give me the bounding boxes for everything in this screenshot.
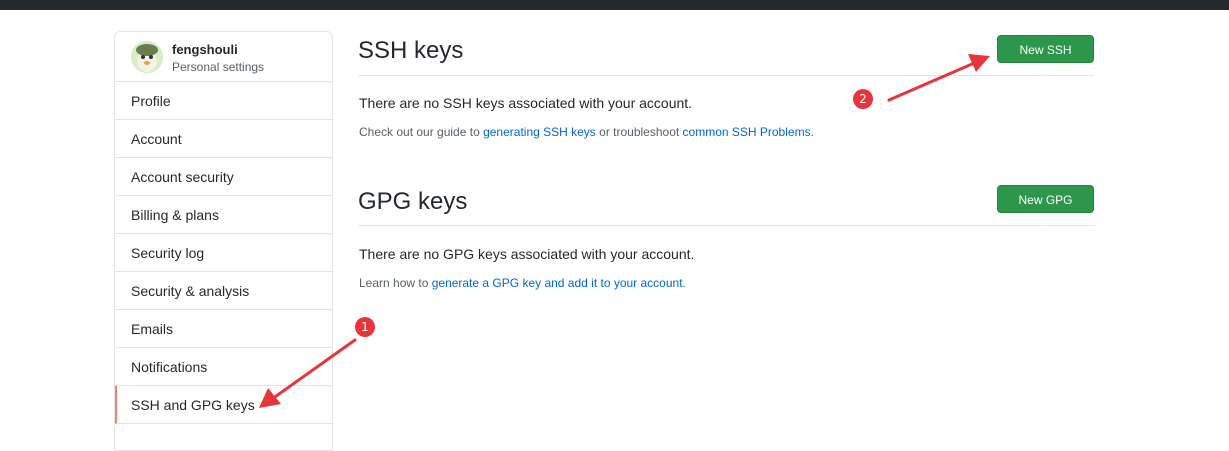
top-header-bar	[0, 0, 1229, 10]
ssh-keys-title: SSH keys	[358, 37, 464, 64]
sidebar-user-header[interactable]: fengshouli Personal settings	[115, 32, 332, 82]
gpg-keys-title: GPG keys	[358, 188, 468, 215]
sidebar-item-ssh-gpg-keys[interactable]: SSH and GPG keys	[115, 386, 332, 424]
generating-ssh-keys-link[interactable]: generating SSH keys	[483, 125, 596, 139]
sidebar-item-billing[interactable]: Billing & plans	[115, 196, 332, 234]
ssh-keys-header: SSH keys New SSH key	[358, 31, 1094, 85]
sidebar-item-emails[interactable]: Emails	[115, 310, 332, 348]
annotation-badge-1: 1	[355, 317, 375, 337]
sidebar-item-security-analysis[interactable]: Security & analysis	[115, 272, 332, 310]
ssh-note-mid: or troubleshoot	[595, 125, 683, 139]
sidebar-item-account[interactable]: Account	[115, 120, 332, 158]
sidebar-item-profile[interactable]: Profile	[115, 82, 332, 120]
sidebar-item-notifications[interactable]: Notifications	[115, 348, 332, 386]
common-ssh-problems-link[interactable]: common SSH Problems	[683, 125, 811, 139]
gpg-keys-header: GPG keys New GPG key	[358, 181, 1094, 235]
ssh-note-prefix: Check out our guide to	[359, 125, 484, 139]
ssh-note-suffix: .	[810, 125, 814, 139]
new-ssh-key-button[interactable]: New SSH key	[997, 35, 1094, 85]
annotation-badge-2: 2	[853, 89, 873, 109]
sidebar-item-account-security[interactable]: Account security	[115, 158, 332, 196]
user-subtitle: Personal settings	[172, 60, 265, 74]
ssh-blank-text: There are no SSH keys associated with yo…	[359, 95, 693, 111]
generate-gpg-key-link[interactable]: generate a GPG key and add it to your ac…	[432, 276, 683, 290]
new-gpg-key-button[interactable]: New GPG key	[997, 185, 1094, 235]
sidebar-item-security-log[interactable]: Security log	[115, 234, 332, 272]
gpg-blank-text: There are no GPG keys associated with yo…	[359, 246, 695, 262]
ssh-guide-note: Check out our guide to generating SSH ke…	[359, 125, 814, 139]
user-name[interactable]: fengshouli	[172, 42, 238, 57]
gpg-guide-note: Learn how to generate a GPG key and add …	[359, 276, 686, 290]
settings-sidebar: fengshouli Personal settings Profile Acc…	[114, 31, 333, 451]
user-avatar[interactable]	[131, 41, 163, 73]
gpg-note-suffix: .	[682, 276, 686, 290]
gpg-note-prefix: Learn how to	[359, 276, 432, 290]
